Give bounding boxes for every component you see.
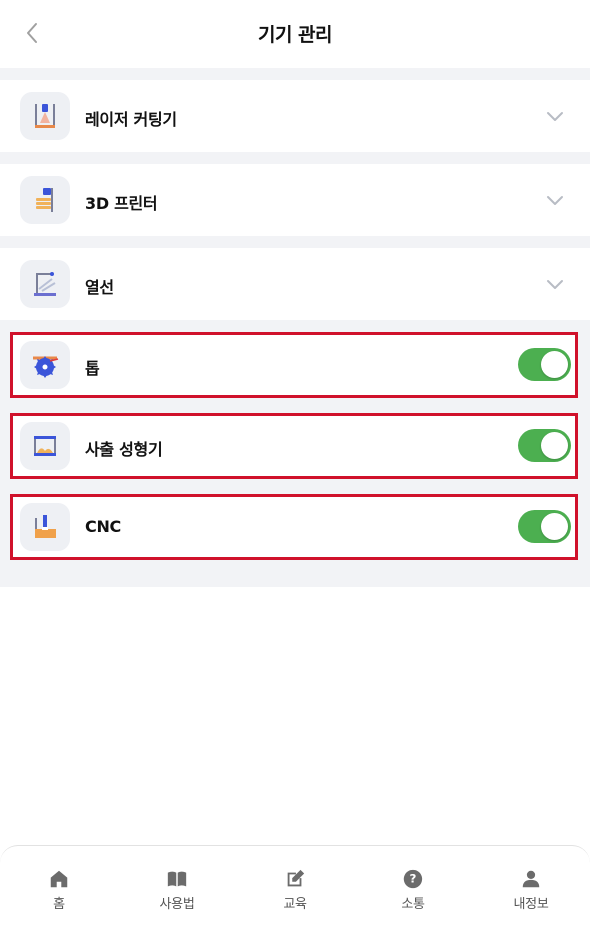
toggle-knob [541,351,568,378]
edit-icon [287,869,305,887]
toggle-switch[interactable] [518,429,571,462]
tab-label: 교육 [283,897,307,912]
device-label: 3D 프린터 [85,194,158,213]
tab-community[interactable]: ? 소통 [354,846,472,927]
hot-wire-icon [20,260,70,308]
toggle-switch[interactable] [518,348,571,381]
tab-label: 내정보 [513,897,549,912]
toggle-switch[interactable] [518,510,571,543]
page-title: 기기 관리 [257,24,333,46]
question-icon: ? [403,869,423,889]
user-icon [522,870,540,888]
3d-printer-icon [20,176,70,224]
device-row-saw[interactable]: 톱 [10,332,578,398]
chevron-down-icon [547,111,563,121]
tab-label: 홈 [53,897,65,912]
device-row-laser-cutter[interactable]: 레이저 커팅기 [0,80,590,152]
bottom-tab-bar: 홈 사용법 교육 ? 소통 내정보 [0,845,590,927]
expand-chevron-button[interactable] [545,106,565,126]
toggle-knob [541,513,568,540]
device-label: CNC [85,517,121,536]
device-row-3d-printer[interactable]: 3D 프린터 [0,164,590,236]
saw-icon [20,341,70,389]
laser-cutter-icon [20,92,70,140]
svg-text:?: ? [410,872,417,886]
tab-usage[interactable]: 사용법 [118,846,236,927]
device-list: 레이저 커팅기 3D 프린터 열선 톱 사출 성형기 CNC [0,68,590,587]
tab-home[interactable]: 홈 [0,846,118,927]
chevron-down-icon [547,279,563,289]
header: 기기 관리 [0,0,590,68]
book-icon [167,871,187,887]
tab-label: 사용법 [159,897,195,912]
home-icon [50,870,68,888]
device-row-injection-molder[interactable]: 사출 성형기 [10,413,578,479]
toggle-knob [541,432,568,459]
tab-label: 소통 [401,897,425,912]
chevron-down-icon [547,195,563,205]
tab-education[interactable]: 교육 [236,846,354,927]
injection-molder-icon [20,422,70,470]
device-row-hot-wire[interactable]: 열선 [0,248,590,320]
expand-chevron-button[interactable] [545,274,565,294]
device-label: 사출 성형기 [85,440,163,459]
cnc-icon [20,503,70,551]
device-label: 열선 [85,278,114,297]
device-row-cnc[interactable]: CNC [10,494,578,560]
expand-chevron-button[interactable] [545,190,565,210]
tab-my-info[interactable]: 내정보 [472,846,590,927]
device-label: 레이저 커팅기 [85,110,177,129]
device-label: 톱 [85,359,100,378]
